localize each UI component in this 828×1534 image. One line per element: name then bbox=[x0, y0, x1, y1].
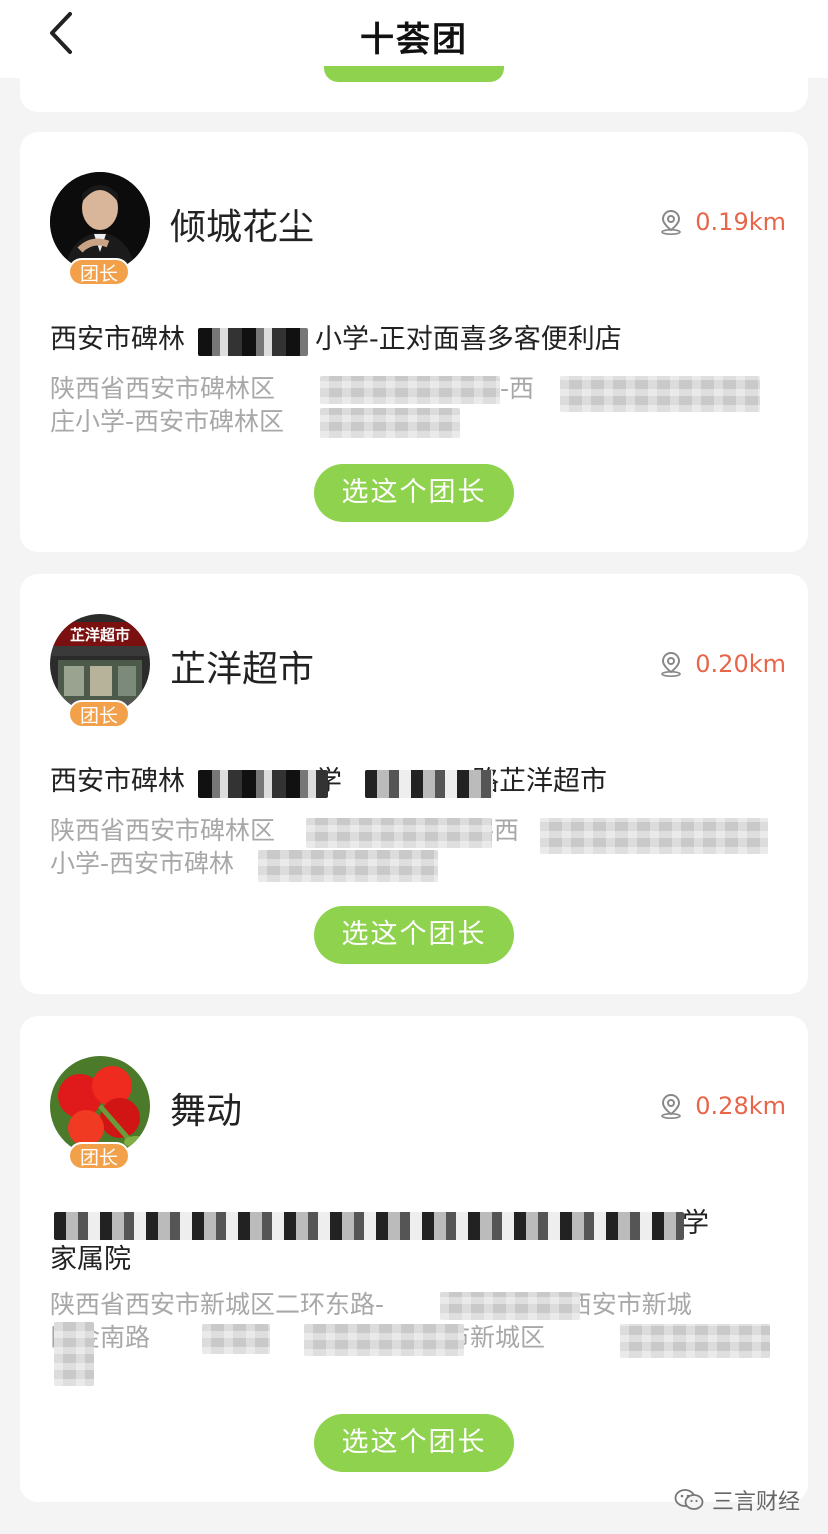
leader-name: 芷洋超市 bbox=[170, 649, 315, 690]
redaction-mosaic bbox=[304, 1324, 464, 1356]
redaction-mosaic bbox=[620, 1324, 770, 1358]
distance-value: 0.28km bbox=[695, 1092, 786, 1120]
redaction-mosaic bbox=[440, 1292, 580, 1320]
redaction-mosaic bbox=[306, 818, 492, 848]
leader-badge: 团长 bbox=[68, 1142, 130, 1170]
redaction-mosaic bbox=[258, 850, 438, 882]
redaction-mosaic bbox=[560, 376, 760, 412]
choose-leader-button[interactable]: 选这个团长 bbox=[314, 906, 514, 964]
distance-value: 0.20km bbox=[695, 650, 786, 678]
distance-label: 0.20km bbox=[659, 650, 786, 678]
leader-name: 倾城花尘 bbox=[170, 207, 315, 248]
redaction-mosaic bbox=[198, 770, 328, 798]
store-name: 西安市碑林 小学-正对面喜多客便利店 bbox=[50, 324, 622, 355]
leader-name: 舞动 bbox=[170, 1091, 243, 1132]
watermark: 三言财经 bbox=[674, 1484, 800, 1516]
avatar bbox=[50, 1056, 150, 1156]
svg-text:芷洋超市: 芷洋超市 bbox=[70, 626, 130, 644]
distance-value: 0.19km bbox=[695, 208, 786, 236]
avatar bbox=[50, 172, 150, 272]
redaction-mosaic bbox=[320, 376, 500, 404]
redaction-mosaic bbox=[198, 328, 308, 356]
leader-card[interactable]: 团长 舞动 0.28km 学 家属院 陕西省西安市新城区二环东路- 区 (西安市新… bbox=[20, 1016, 808, 1502]
leader-card[interactable]: 团长 倾城花尘 0.19km 西安市碑林 小学-正对面喜多客便利店 陕西省西安市碑… bbox=[20, 132, 808, 552]
location-pin-icon bbox=[661, 1093, 682, 1119]
choose-leader-button[interactable]: 选这个团长 bbox=[314, 1414, 514, 1472]
distance-label: 0.19km bbox=[659, 208, 786, 236]
redaction-mosaic bbox=[365, 770, 493, 798]
leader-badge: 团长 bbox=[68, 258, 130, 286]
previous-choose-button[interactable] bbox=[324, 66, 504, 82]
leader-badge: 团长 bbox=[68, 700, 130, 728]
redaction-mosaic bbox=[202, 1324, 270, 1354]
choose-leader-button[interactable]: 选这个团长 bbox=[314, 464, 514, 522]
distance-label: 0.28km bbox=[659, 1092, 786, 1120]
leader-card[interactable]: 芷洋超市 团长 芷洋超市 0.20km 西安市碑林学路芷洋超市 陕西省西安市碑林… bbox=[20, 574, 808, 994]
redaction-mosaic bbox=[320, 408, 460, 438]
wechat-icon bbox=[674, 1489, 704, 1510]
location-pin-icon bbox=[661, 209, 682, 235]
location-pin-icon bbox=[661, 651, 682, 677]
page-title: 十荟团 bbox=[360, 20, 468, 60]
avatar: 芷洋超市 bbox=[50, 614, 150, 714]
redaction-mosaic bbox=[54, 1212, 684, 1240]
watermark-text: 三言财经 bbox=[711, 1490, 800, 1515]
redaction-mosaic bbox=[540, 818, 768, 854]
redaction-mosaic bbox=[54, 1322, 94, 1386]
